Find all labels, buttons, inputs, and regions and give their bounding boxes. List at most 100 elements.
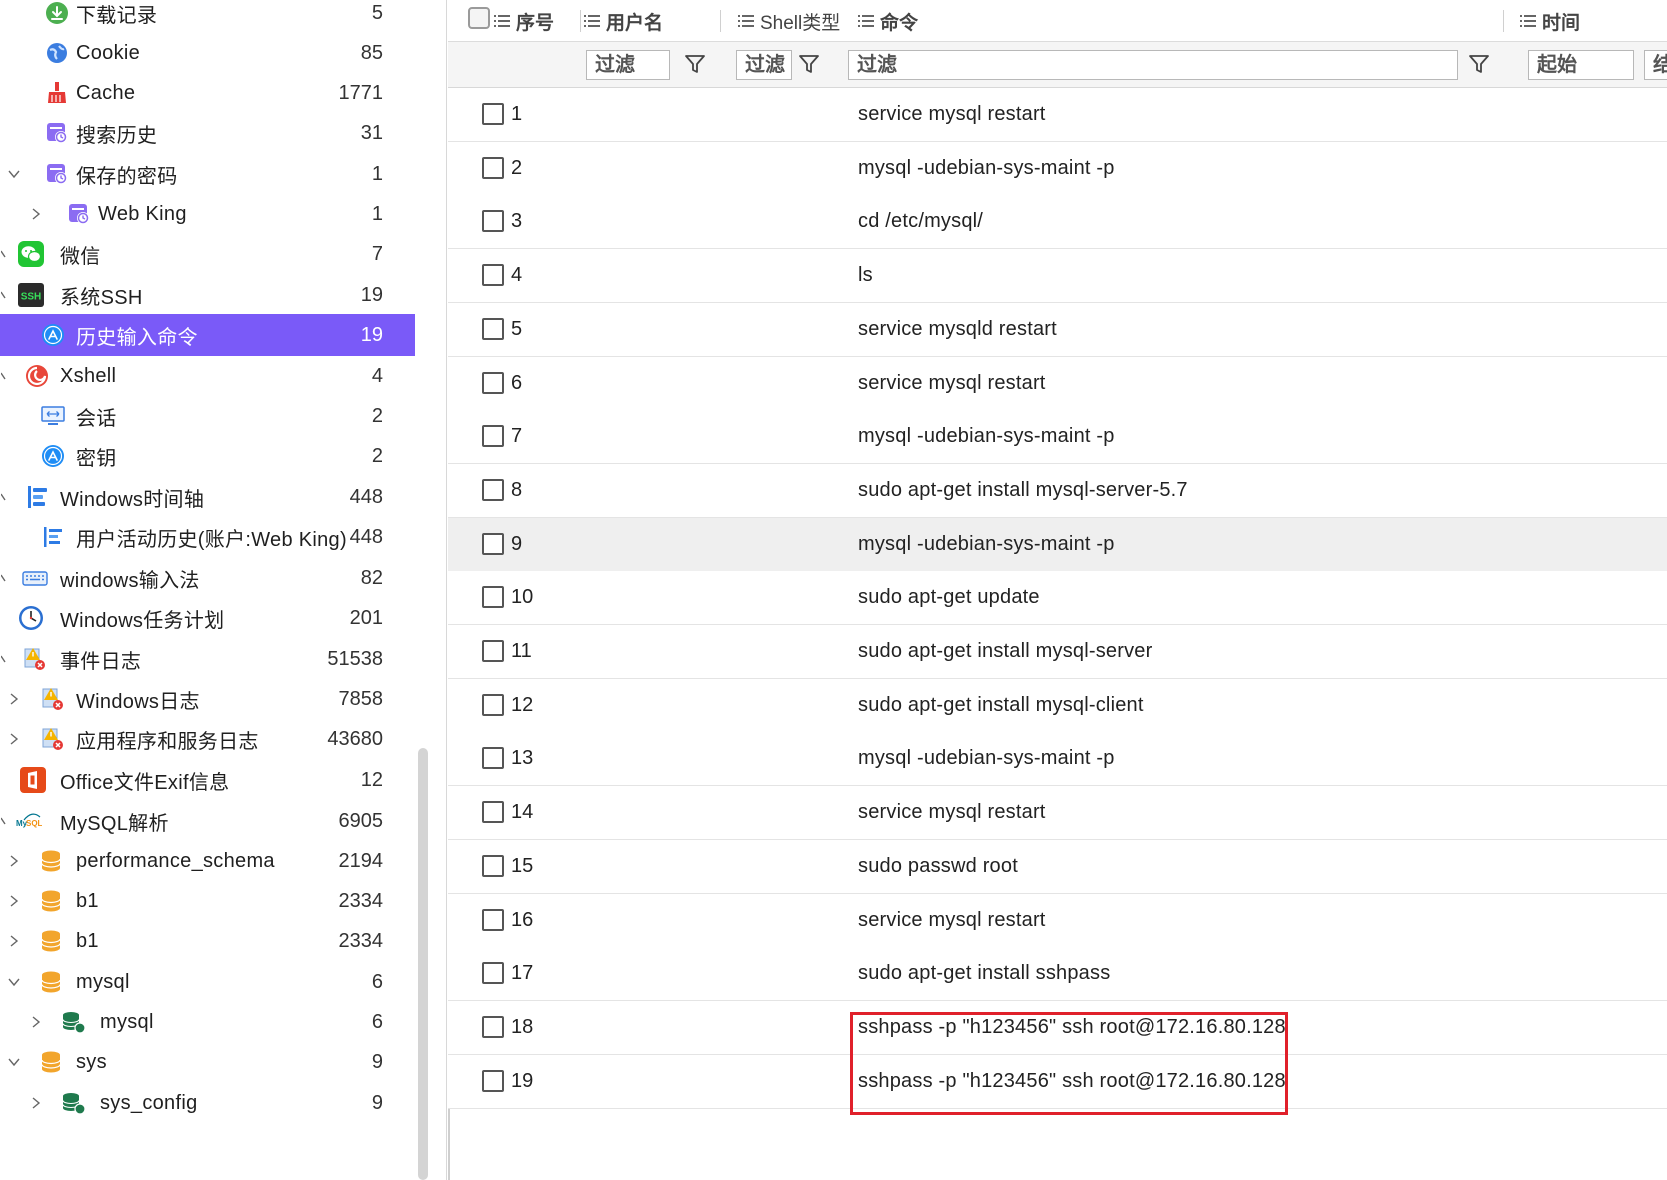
column-resizer[interactable] [1503,10,1504,32]
row-checkbox[interactable] [482,747,504,770]
table-row[interactable]: 6 service mysql restart [448,356,1667,411]
panel-divider[interactable] [446,0,447,1180]
chevron-right-icon[interactable] [0,813,16,829]
sidebar-item[interactable]: 用户活动历史(账户:Web King) 448 [0,516,415,558]
sidebar-item[interactable]: Cache 1771 [0,72,415,114]
user-filter-input[interactable]: 过滤 [586,50,670,80]
row-checkbox[interactable] [482,1015,504,1038]
chevron-down-icon[interactable] [6,1054,22,1070]
sidebar-item[interactable]: SSH 系统SSH 19 [0,274,415,316]
sidebar-item[interactable]: mysql 6 [0,961,415,1003]
column-menu-icon[interactable] [584,14,600,28]
sidebar-item[interactable]: sys 9 [0,1041,415,1083]
column-resizer[interactable] [720,10,721,32]
sidebar-item[interactable]: windows输入法 82 [0,557,415,599]
sidebar-item[interactable]: 搜索历史 31 [0,112,415,154]
chevron-down-icon[interactable] [6,166,22,182]
sidebar-item[interactable]: b1 2334 [0,880,415,922]
table-row[interactable]: 3 cd /etc/mysql/ [448,195,1667,250]
command-filter-icon[interactable] [1468,53,1490,75]
chevron-right-icon[interactable] [28,206,44,222]
table-row[interactable]: 18 sshpass -p "h123456" ssh root@172.16.8… [448,1000,1667,1055]
column-header-command[interactable]: 命令 [858,0,918,42]
sidebar-item[interactable]: My SQL MySQL解析 6905 [0,800,415,842]
row-checkbox[interactable] [482,586,504,609]
chevron-right-icon[interactable] [28,1095,44,1111]
chevron-right-icon[interactable] [0,570,16,586]
chevron-right-icon[interactable] [6,691,22,707]
table-row[interactable]: 13 mysql -udebian-sys-maint -p [448,732,1667,787]
chevron-right-icon[interactable] [28,1014,44,1030]
chevron-right-icon[interactable] [0,246,16,262]
row-checkbox[interactable] [482,908,504,931]
column-header-time[interactable]: 时间 [1520,0,1580,42]
table-row[interactable]: 14 service mysql restart [448,786,1667,841]
sidebar-item[interactable]: Windows时间轴 448 [0,476,415,518]
sidebar-item[interactable]: 密钥 2 [0,435,415,477]
sidebar-item[interactable]: mysql 6 [0,1001,415,1043]
sidebar-item[interactable]: 微信 7 [0,233,415,275]
sidebar-scrollbar[interactable] [418,748,428,1180]
table-row[interactable]: 4 ls [448,249,1667,304]
sidebar-item[interactable]: 保存的密码 1 [0,153,415,195]
sidebar-item[interactable]: Cookie 85 [0,32,415,74]
sidebar-item[interactable]: performance_schema 2194 [0,840,415,882]
row-checkbox[interactable] [482,693,504,716]
sidebar-item[interactable]: b1 2334 [0,920,415,962]
chevron-right-icon[interactable] [6,853,22,869]
row-checkbox[interactable] [482,264,504,287]
user-filter-icon[interactable] [684,53,706,75]
row-checkbox[interactable] [482,640,504,662]
sidebar-item[interactable]: 应用程序和服务日志 43680 [0,718,415,760]
sidebar-item[interactable]: 下载记录 5 [0,0,415,34]
row-checkbox[interactable] [482,317,504,340]
chevron-right-icon[interactable] [0,489,16,505]
sidebar-item[interactable]: Windows任务计划 201 [0,597,415,639]
row-checkbox[interactable] [482,210,504,233]
row-checkbox[interactable] [482,1069,504,1092]
time-start-filter-input[interactable]: 起始 [1528,50,1634,80]
chevron-right-icon[interactable] [0,651,16,667]
row-checkbox[interactable] [482,478,504,501]
table-row[interactable]: 17 sudo apt-get install sshpass [448,947,1667,1002]
column-menu-icon[interactable] [1520,14,1536,28]
shell-filter-input[interactable]: 过滤 [736,50,792,80]
column-menu-icon[interactable] [494,14,510,28]
chevron-down-icon[interactable] [6,974,22,990]
row-checkbox[interactable] [482,425,504,448]
row-checkbox[interactable] [482,371,504,394]
column-header-shell[interactable]: Shell类型 [738,0,840,42]
chevron-right-icon[interactable] [6,933,22,949]
row-checkbox[interactable] [482,532,504,555]
sidebar-item[interactable]: sys_config 9 [0,1082,415,1124]
row-checkbox[interactable] [482,854,504,877]
sidebar-item[interactable]: 历史输入命令 19 [0,314,415,356]
row-checkbox[interactable] [482,103,504,125]
chevron-right-icon[interactable] [6,893,22,909]
column-header-seq[interactable]: 序号 [494,0,554,42]
time-end-filter-input[interactable]: 结 [1644,50,1667,80]
sidebar-item[interactable]: 会话 2 [0,395,415,437]
table-row[interactable]: 12 sudo apt-get install mysql-client [448,678,1667,733]
table-row[interactable]: 11 sudo apt-get install mysql-server [448,625,1667,679]
table-row[interactable]: 19 sshpass -p "h123456" ssh root@172.16.8… [448,1054,1667,1109]
sidebar-item[interactable]: Office文件Exif信息 12 [0,759,415,801]
table-row[interactable]: 15 sudo passwd root [448,839,1667,894]
chevron-right-icon[interactable] [0,287,16,303]
row-checkbox[interactable] [482,801,504,824]
table-row[interactable]: 5 service mysqld restart [448,302,1667,357]
sidebar-item[interactable]: 事件日志 51538 [0,638,415,680]
chevron-right-icon[interactable] [0,368,16,384]
table-row[interactable]: 9 mysql -udebian-sys-maint -p [448,517,1667,572]
select-all-checkbox[interactable] [468,7,490,29]
table-row[interactable]: 8 sudo apt-get install mysql-server-5.7 [448,463,1667,518]
table-row[interactable]: 7 mysql -udebian-sys-maint -p [448,410,1667,465]
row-checkbox[interactable] [482,156,504,179]
table-row[interactable]: 2 mysql -udebian-sys-maint -p [448,141,1667,196]
row-checkbox[interactable] [482,962,504,985]
table-row[interactable]: 16 service mysql restart [448,893,1667,948]
shell-filter-icon[interactable] [798,53,820,75]
column-menu-icon[interactable] [738,14,754,28]
sidebar-item[interactable]: Windows日志 7858 [0,678,415,720]
chevron-right-icon[interactable] [6,731,22,747]
